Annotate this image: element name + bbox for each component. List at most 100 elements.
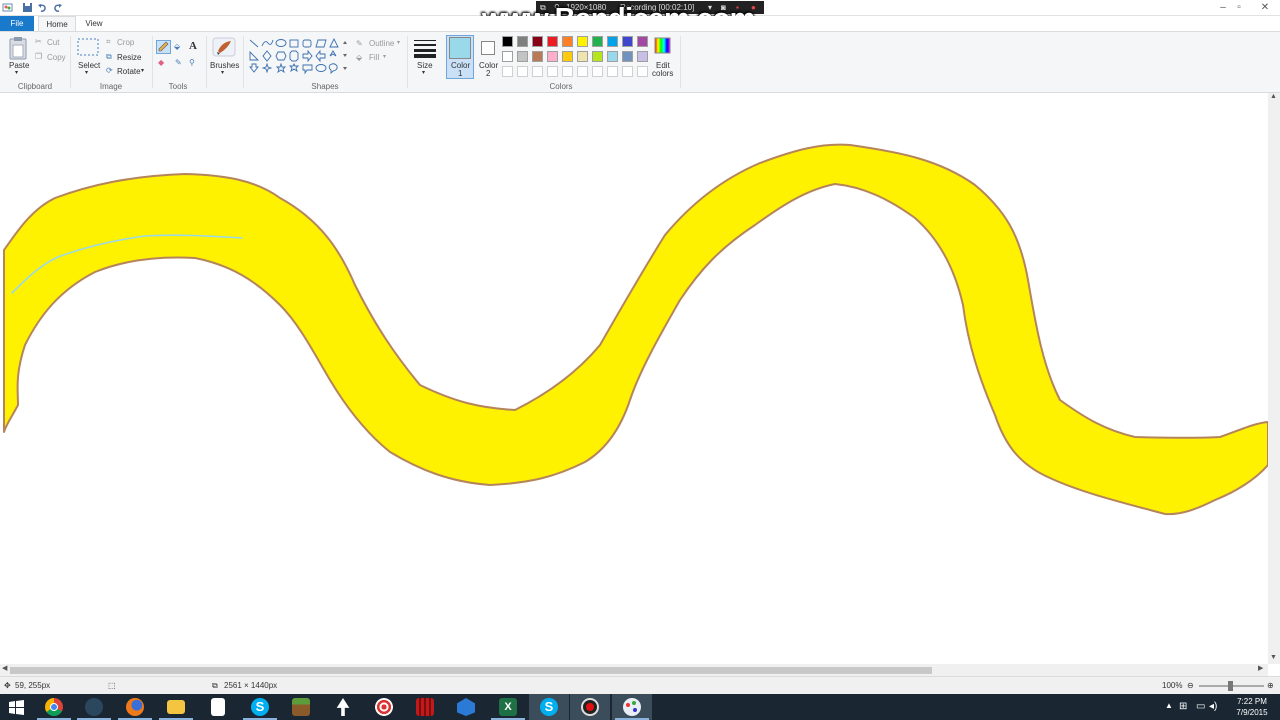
shapes-gallery[interactable] (248, 38, 348, 76)
start-button[interactable] (0, 694, 34, 720)
tab-home[interactable]: Home (38, 16, 76, 31)
zoom-slider-thumb[interactable] (1228, 681, 1233, 691)
outline-button[interactable]: Outline (369, 39, 394, 48)
palette-swatch[interactable] (622, 36, 633, 47)
zoom-out-icon[interactable]: ⊖ (1187, 677, 1194, 695)
fill-dropdown-icon[interactable]: ▾ (383, 53, 386, 60)
fill-button[interactable]: Fill (369, 53, 379, 62)
eraser-icon[interactable]: ◆ (158, 58, 164, 67)
maximize-icon[interactable]: ▫ (1232, 1, 1246, 14)
outline-dropdown-icon[interactable]: ▾ (397, 39, 400, 46)
scroll-right-icon[interactable]: ▶ (1258, 664, 1263, 672)
select-dropdown-icon[interactable]: ▾ (85, 69, 88, 76)
taskbar-red-app[interactable] (405, 694, 445, 720)
select-icon[interactable] (77, 38, 99, 56)
windows-icon[interactable]: ⊞ (1179, 701, 1187, 712)
palette-swatch[interactable] (577, 36, 588, 47)
palette-swatch[interactable] (532, 51, 543, 62)
palette-swatch-empty[interactable] (622, 66, 633, 77)
palette-swatch[interactable] (562, 36, 573, 47)
vertical-scrollbar[interactable]: ▲ ▼ (1268, 93, 1280, 664)
palette-swatch[interactable] (607, 51, 618, 62)
horizontal-scroll-thumb[interactable] (10, 667, 932, 674)
show-hidden-icons-icon[interactable]: ▲ (1165, 701, 1173, 710)
taskbar-bandicam[interactable] (570, 694, 610, 720)
palette-swatch[interactable] (517, 36, 528, 47)
taskbar-minecraft[interactable] (281, 694, 321, 720)
taskbar-file-explorer[interactable] (156, 694, 196, 720)
brushes-dropdown-icon[interactable]: ▾ (221, 69, 224, 76)
palette-swatch[interactable] (502, 36, 513, 47)
taskbar-firefox[interactable] (115, 694, 155, 720)
save-icon[interactable] (22, 2, 33, 13)
palette-swatch[interactable] (577, 51, 588, 62)
taskbar-paint[interactable] (612, 694, 652, 720)
paste-icon[interactable] (8, 36, 28, 60)
palette-swatch[interactable] (637, 51, 648, 62)
taskbar-excel[interactable]: X (488, 694, 528, 720)
zoom-in-icon[interactable]: ⊕ (1267, 677, 1274, 695)
brush-icon[interactable] (212, 36, 236, 58)
paste-dropdown-icon[interactable]: ▾ (15, 69, 18, 76)
minimize-icon[interactable]: – (1216, 1, 1230, 14)
palette-swatch-empty[interactable] (532, 66, 543, 77)
palette-swatch[interactable] (637, 36, 648, 47)
palette-swatch-empty[interactable] (637, 66, 648, 77)
scroll-down-icon[interactable]: ▼ (1270, 654, 1277, 661)
paste-button[interactable]: Paste (9, 61, 29, 70)
size-icon[interactable] (413, 38, 437, 58)
palette-swatch-empty[interactable] (517, 66, 528, 77)
palette-swatch[interactable] (592, 36, 603, 47)
scroll-up-icon[interactable]: ▲ (1270, 93, 1277, 100)
palette-swatch[interactable] (592, 51, 603, 62)
palette-swatch[interactable] (607, 36, 618, 47)
rotate-dropdown-icon[interactable]: ▾ (141, 67, 144, 74)
taskbar-target-app[interactable] (364, 694, 404, 720)
size-dropdown-icon[interactable]: ▾ (422, 69, 425, 76)
text-tool-icon[interactable]: A (189, 40, 197, 52)
usb-icon[interactable]: ▭ (1196, 701, 1205, 712)
taskbar-skype[interactable]: S (240, 694, 280, 720)
edit-colors-button-line2[interactable]: colors (652, 69, 673, 78)
rotate-button[interactable]: Rotate (117, 67, 141, 76)
palette-swatch-empty[interactable] (592, 66, 603, 77)
edit-colors-icon[interactable] (654, 37, 671, 54)
taskbar-skype-2[interactable]: S (529, 694, 569, 720)
palette-swatch-empty[interactable] (547, 66, 558, 77)
palette-swatch[interactable] (532, 36, 543, 47)
brushes-button[interactable]: Brushes (210, 61, 239, 70)
crop-button[interactable]: Crop (117, 38, 134, 47)
color-picker-icon[interactable]: ✎ (175, 58, 182, 67)
palette-swatch[interactable] (547, 51, 558, 62)
taskbar-document[interactable] (198, 694, 238, 720)
fill-bucket-icon[interactable]: ⬙ (174, 42, 180, 51)
tab-file[interactable]: File (0, 16, 34, 31)
palette-swatch[interactable] (502, 51, 513, 62)
resize-button[interactable]: Resize (117, 53, 141, 62)
taskbar-chrome[interactable] (34, 694, 74, 720)
palette-swatch[interactable] (517, 51, 528, 62)
system-clock[interactable]: 7:22 PM 7/9/2015 (1226, 696, 1278, 718)
palette-swatch-empty[interactable] (577, 66, 588, 77)
palette-swatch[interactable] (622, 51, 633, 62)
palette-swatch-empty[interactable] (502, 66, 513, 77)
select-button[interactable]: Select (78, 61, 100, 70)
cut-button[interactable]: Cut (47, 38, 59, 47)
taskbar-steam[interactable] (74, 694, 114, 720)
tab-view[interactable]: View (80, 16, 108, 31)
palette-swatch-empty[interactable] (607, 66, 618, 77)
undo-icon[interactable] (37, 2, 48, 13)
copy-button[interactable]: Copy (47, 53, 66, 62)
horizontal-scrollbar[interactable]: ◀ ▶ (0, 664, 1268, 676)
close-icon[interactable]: ✕ (1258, 1, 1272, 14)
color2-swatch[interactable] (481, 41, 495, 55)
drawing-canvas[interactable] (0, 93, 1268, 664)
palette-swatch-empty[interactable] (562, 66, 573, 77)
redo-icon[interactable] (52, 2, 63, 13)
magnifier-icon[interactable]: ⚲ (189, 58, 195, 67)
taskbar-app[interactable] (446, 694, 486, 720)
palette-swatch[interactable] (562, 51, 573, 62)
scroll-left-icon[interactable]: ◀ (2, 664, 7, 672)
taskbar-inkscape[interactable] (323, 694, 363, 720)
palette-swatch[interactable] (547, 36, 558, 47)
